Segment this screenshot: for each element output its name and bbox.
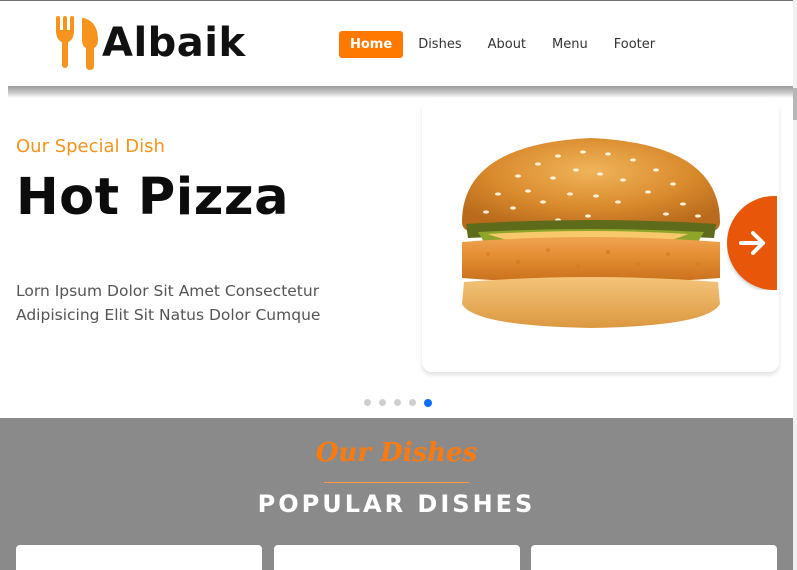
nav-item-footer[interactable]: Footer: [603, 31, 666, 58]
logo-text: Albaik: [102, 20, 246, 66]
nav-item-about[interactable]: About: [477, 31, 537, 58]
nav-item-home[interactable]: Home: [339, 31, 404, 58]
page: Albaik Home Dishes About Menu Footer Our…: [0, 0, 797, 570]
dish-card[interactable]: [16, 545, 262, 570]
next-slide-button[interactable]: [727, 196, 777, 290]
slider-dot-5-active[interactable]: [424, 398, 432, 407]
dish-card[interactable]: [274, 545, 520, 570]
slider-dot-4[interactable]: [409, 399, 416, 406]
hero-title: Hot Pizza: [16, 168, 289, 227]
dishes-script-title: Our Dishes: [315, 438, 478, 468]
dishes-section-title: POPULAR DISHES: [257, 490, 536, 518]
dishes-title-underline: [324, 482, 469, 483]
scrollbar[interactable]: [793, 0, 797, 570]
hero-subtitle: Our Special Dish: [16, 136, 165, 157]
nav-item-dishes[interactable]: Dishes: [407, 31, 472, 58]
navbar-shadow: [8, 86, 793, 98]
slider-dot-2[interactable]: [379, 399, 386, 406]
fork-knife-icon: [56, 16, 98, 70]
scrollbar-thumb[interactable]: [793, 88, 797, 120]
hero-description: Lorn Ipsum Dolor Sit Amet Consectetur Ad…: [16, 282, 321, 324]
dish-card[interactable]: [531, 545, 777, 570]
slider-dot-3[interactable]: [394, 399, 401, 406]
main-nav: Home Dishes About Menu Footer: [339, 31, 670, 58]
logo[interactable]: Albaik: [54, 15, 246, 71]
slider-pagination: [364, 398, 440, 407]
nav-item-menu[interactable]: Menu: [541, 31, 599, 58]
burger-image: [462, 138, 720, 328]
slider-dot-1[interactable]: [364, 399, 371, 406]
navbar: Albaik Home Dishes About Menu Footer: [0, 1, 793, 87]
arrow-right-icon: [739, 231, 765, 255]
